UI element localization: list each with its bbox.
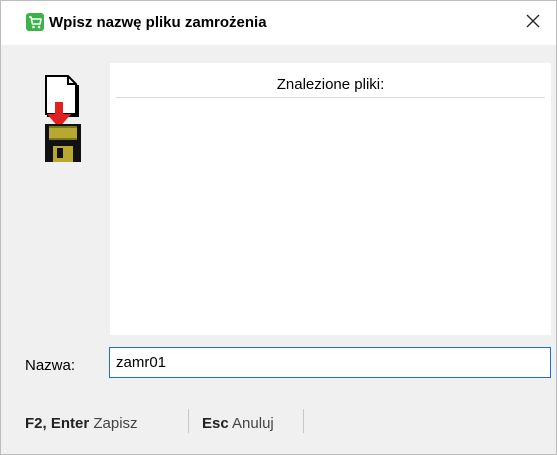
save-document-to-disk-icon bbox=[42, 74, 86, 166]
footer-divider bbox=[303, 409, 304, 433]
footer-divider bbox=[188, 409, 189, 433]
save-action-button[interactable]: F2, Enter Zapisz bbox=[25, 415, 138, 432]
title-bar: Wpisz nazwę pliku zamrożenia bbox=[1, 1, 556, 45]
footer-bar: F2, Enter Zapisz Esc Anuluj bbox=[1, 387, 556, 454]
found-files-list[interactable] bbox=[110, 99, 551, 335]
window-title: Wpisz nazwę pliku zamrożenia bbox=[49, 14, 267, 31]
close-icon bbox=[526, 14, 540, 33]
cancel-shortcut-key: Esc bbox=[202, 415, 229, 432]
found-files-divider bbox=[116, 97, 545, 98]
file-name-input[interactable] bbox=[109, 347, 551, 378]
save-shortcut-key: F2, Enter bbox=[25, 415, 90, 432]
cancel-action-button[interactable]: Esc Anuluj bbox=[202, 415, 274, 432]
cancel-action-label: Anuluj bbox=[232, 415, 274, 432]
found-files-header: Znalezione pliki: bbox=[276, 76, 385, 93]
close-button[interactable] bbox=[510, 1, 556, 45]
freeze-file-dialog: Wpisz nazwę pliku zamrożenia Znalezione … bbox=[0, 0, 557, 455]
name-label: Nazwa: bbox=[25, 357, 76, 374]
save-action-label: Zapisz bbox=[93, 415, 138, 432]
found-files-panel: Znalezione pliki: bbox=[110, 63, 551, 335]
shopping-cart-icon bbox=[26, 13, 44, 31]
